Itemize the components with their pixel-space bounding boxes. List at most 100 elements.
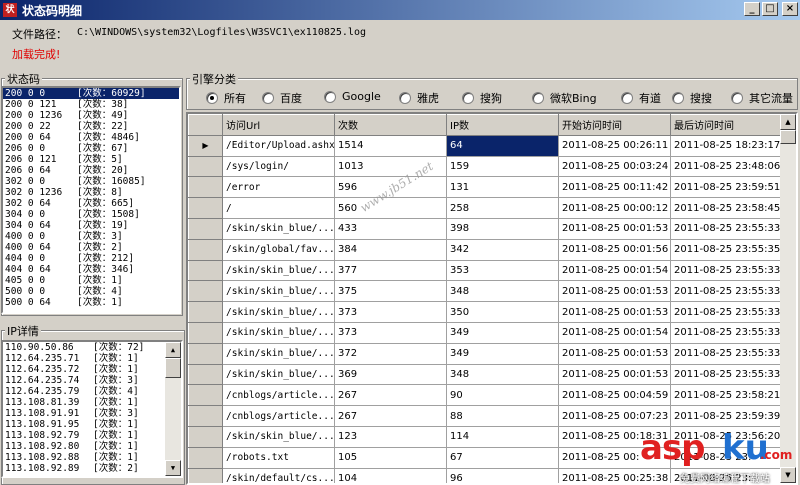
list-item[interactable]: 500 0 0 [次数：4] <box>3 286 179 297</box>
table-cell[interactable]: 2011-08-25 00:01:54 <box>558 321 671 344</box>
engine-radio-5[interactable]: 微软Bing <box>532 90 597 106</box>
table-cell[interactable]: 353 <box>446 259 559 282</box>
table-cell[interactable]: 1013 <box>334 155 447 178</box>
scroll-thumb[interactable] <box>165 358 181 378</box>
column-header[interactable]: 开始访问时间 <box>558 114 671 136</box>
list-item[interactable]: 304 0 64 [次数：19] <box>3 220 179 231</box>
list-item[interactable]: 113.108.91.95 [次数：1] <box>3 419 181 430</box>
row-header[interactable] <box>188 405 223 427</box>
scroll-up-arrow-icon[interactable]: ▲ <box>780 114 796 130</box>
list-item[interactable]: 200 0 1236 [次数：49] <box>3 110 179 121</box>
table-cell[interactable]: /skin/skin_blue/... <box>222 321 335 344</box>
table-cell[interactable]: 64 <box>446 134 559 157</box>
table-cell[interactable]: 2011-08-25 00:26:11 <box>558 134 671 157</box>
table-cell[interactable]: 2011-08-25 00:01:56 <box>558 238 671 261</box>
table-cell[interactable]: 2011-08-25 18:23:17 <box>670 134 783 157</box>
scroll-down-arrow-icon[interactable]: ▼ <box>780 467 796 483</box>
table-cell[interactable]: 348 <box>446 280 559 303</box>
table-row[interactable]: /cnblogs/article... 267 90 2011-08-25 00:04… <box>188 384 783 407</box>
radio-button-icon[interactable] <box>672 92 684 104</box>
table-cell[interactable]: /skin/skin_blue/... <box>222 217 335 240</box>
grid-scrollbar[interactable]: ▲ ▼ <box>780 114 796 483</box>
table-cell[interactable]: /skin/default/cs... <box>222 467 335 483</box>
list-item[interactable]: 200 0 121 [次数：38] <box>3 99 179 110</box>
row-header[interactable] <box>188 238 223 261</box>
column-header[interactable]: 次数 <box>334 114 447 136</box>
table-row[interactable]: ▶/Editor/Upload.ashx 1514 64 2011-08-25 00:… <box>188 134 783 157</box>
list-item[interactable]: 112.64.235.71 [次数：1] <box>3 353 181 364</box>
table-cell[interactable]: /skin/global/fav... <box>222 238 335 261</box>
table-cell[interactable]: 104 <box>334 467 447 483</box>
table-cell[interactable]: 105 <box>334 446 447 469</box>
row-header[interactable] <box>188 467 223 483</box>
list-item[interactable]: 113.108.91.91 [次数：3] <box>3 408 181 419</box>
table-cell[interactable]: 2011-08-25 23:58:21 <box>670 384 783 407</box>
list-item[interactable]: 113.108.92.80 [次数：1] <box>3 441 181 452</box>
table-cell[interactable]: 114 <box>446 425 559 448</box>
radio-button-icon[interactable] <box>532 92 544 104</box>
list-item[interactable]: 200 0 0 [次数：60929] <box>3 88 179 99</box>
table-cell[interactable]: /sys/login/ <box>222 155 335 178</box>
list-item[interactable]: 112.64.235.79 [次数：4] <box>3 386 181 397</box>
row-header[interactable] <box>188 446 223 469</box>
scroll-down-arrow-icon[interactable]: ▼ <box>165 460 181 476</box>
table-cell[interactable]: 398 <box>446 217 559 240</box>
maximize-button[interactable]: □ <box>762 2 778 16</box>
table-row[interactable]: /skin/skin_blue/... 375 348 2011-08-25 00:0… <box>188 280 783 303</box>
list-item[interactable]: 304 0 0 [次数：1508] <box>3 209 179 220</box>
table-row[interactable]: /error 596 131 2011-08-25 00:11:42 2011-08-2… <box>188 176 783 199</box>
table-cell[interactable]: 2011-08-25 00:01:53 <box>558 217 671 240</box>
table-cell[interactable]: 258 <box>446 197 559 219</box>
table-cell[interactable]: 2011-08-25 23:59:39 <box>670 405 783 427</box>
engine-radio-8[interactable]: 其它流量 <box>731 90 793 106</box>
engine-radio-3[interactable]: 雅虎 <box>399 90 439 106</box>
table-cell[interactable]: 267 <box>334 384 447 407</box>
table-cell[interactable]: 67 <box>446 446 559 469</box>
radio-button-icon[interactable] <box>262 92 274 104</box>
table-cell[interactable]: /skin/skin_blue/... <box>222 363 335 386</box>
table-cell[interactable]: 131 <box>446 176 559 199</box>
table-row[interactable]: /skin/skin_blue/... 123 114 2011-08-25 00:1… <box>188 425 783 448</box>
table-cell[interactable]: 88 <box>446 405 559 427</box>
list-item[interactable]: 400 0 0 [次数：3] <box>3 231 179 242</box>
table-cell[interactable]: 96 <box>446 467 559 483</box>
table-row[interactable]: /skin/skin_blue/... 433 398 2011-08-25 00:0… <box>188 217 783 240</box>
list-item[interactable]: 110.90.50.86 [次数：72] <box>3 342 181 353</box>
table-cell[interactable]: /robots.txt <box>222 446 335 469</box>
table-cell[interactable]: 373 <box>334 321 447 344</box>
table-cell[interactable]: 2011-08-25 23:56:20 <box>670 425 783 448</box>
table-cell[interactable]: 2011-08-25 00:11:42 <box>558 176 671 199</box>
table-row[interactable]: /560 258 2011-08-25 00:00:12 2011-08-25 23:… <box>188 197 783 219</box>
engine-radio-7[interactable]: 搜搜 <box>672 90 712 106</box>
table-cell[interactable]: 2011-08-25 00:01:54 <box>558 259 671 282</box>
table-cell[interactable]: 372 <box>334 342 447 365</box>
row-header[interactable] <box>188 425 223 448</box>
row-header[interactable] <box>188 321 223 344</box>
table-cell[interactable]: 349 <box>446 321 559 344</box>
radio-button-icon[interactable] <box>462 92 474 104</box>
table-cell[interactable]: 2011-08-25 00:03:24 <box>558 155 671 178</box>
table-row[interactable]: /skin/skin_blue/... 377 353 2011-08-25 00:0… <box>188 259 783 282</box>
url-data-grid[interactable]: 访问Url 次数 IP数 开始访问时间 最后访问时间 ▶/Editor/Upload.a… <box>186 112 798 485</box>
list-item[interactable]: 302 0 0 [次数：16085] <box>3 176 179 187</box>
table-cell[interactable]: 2011-08-25 00:01:53 <box>558 363 671 386</box>
table-cell[interactable]: /skin/skin_blue/... <box>222 425 335 448</box>
engine-radio-0[interactable]: 所有 <box>206 90 246 106</box>
table-cell[interactable]: 2011-08-25 23:48:06 <box>670 155 783 178</box>
table-cell[interactable]: 2011-08-25 00:18:31 <box>558 425 671 448</box>
table-cell[interactable]: 2011-08-25 23: <box>670 446 783 469</box>
table-cell[interactable]: 369 <box>334 363 447 386</box>
row-header[interactable] <box>188 197 223 219</box>
table-cell[interactable]: 377 <box>334 259 447 282</box>
table-row[interactable]: /skin/global/fav... 384 342 2011-08-25 00:0… <box>188 238 783 261</box>
table-cell[interactable]: 349 <box>446 342 559 365</box>
list-item[interactable]: 206 0 64 [次数：20] <box>3 165 179 176</box>
radio-button-icon[interactable] <box>324 90 336 103</box>
table-cell[interactable]: 267 <box>334 405 447 427</box>
row-header[interactable] <box>188 259 223 282</box>
table-cell[interactable]: / <box>222 197 335 219</box>
list-item[interactable]: 112.64.235.72 [次数：1] <box>3 364 181 375</box>
table-cell[interactable]: /skin/skin_blue/... <box>222 301 335 323</box>
table-cell[interactable]: 2011-08-25 00:01:53 <box>558 342 671 365</box>
table-cell[interactable]: 2011-08-25 23:59:51 <box>670 176 783 199</box>
